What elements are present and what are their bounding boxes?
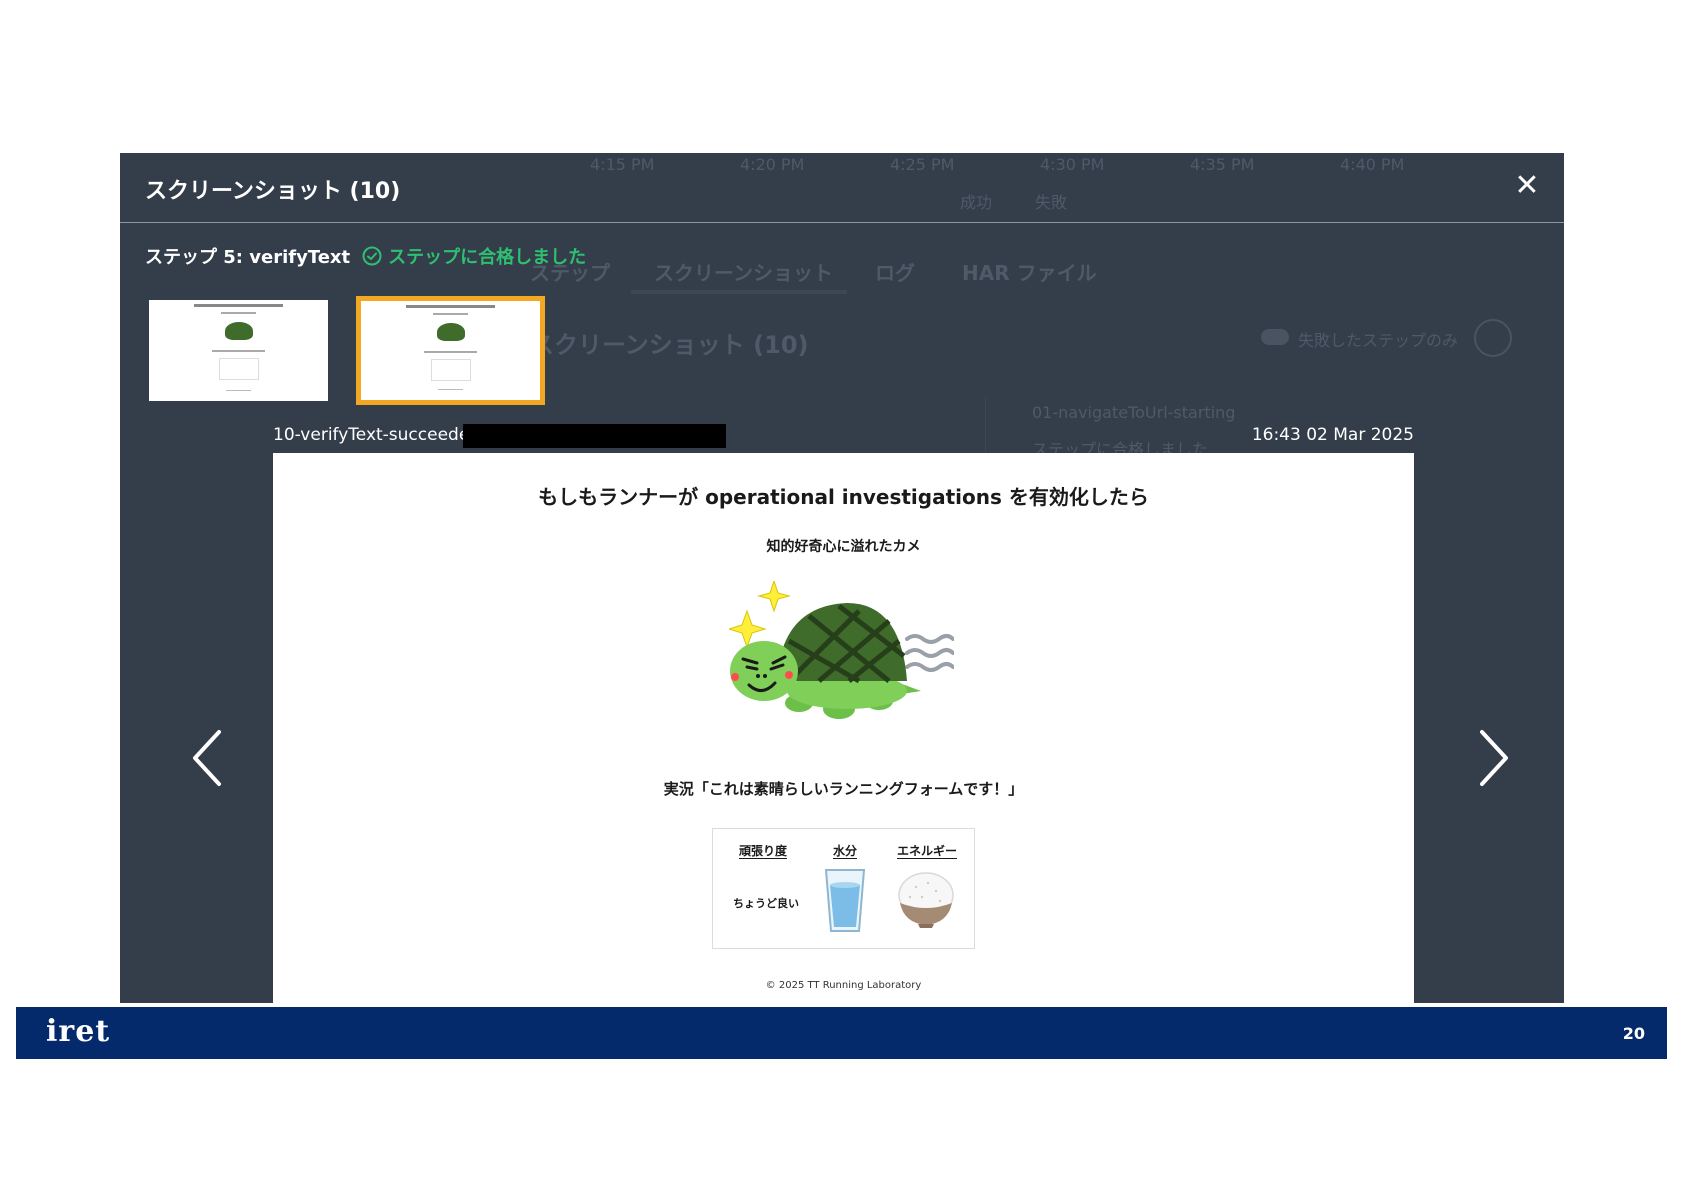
thumb-mini-title — [193, 304, 284, 307]
bg-failed-only: 失敗したステップのみ — [1298, 331, 1459, 350]
thumb-mini-footer — [225, 390, 252, 391]
thumbnail-1[interactable] — [149, 300, 328, 401]
thumb-mini-subtitle — [220, 312, 257, 314]
water-glass-icon — [824, 869, 866, 932]
thumb-mini-box — [218, 358, 259, 380]
step-info: ステップ 5: verifyText ステップに合格しました — [145, 243, 586, 269]
modal-header: スクリーンショット (10) ✕ — [120, 153, 1564, 223]
stats-panel: 頑張り度 水分 エネルギー ちょうど良い — [712, 828, 975, 949]
step-status: ステップに合格しました — [362, 243, 586, 269]
thumb-turtle-icon — [224, 322, 253, 340]
bg-tab-screenshots: スクリーンショット — [654, 261, 833, 285]
modal-title: スクリーンショット (10) — [145, 179, 401, 204]
bg-tab-logs: ログ — [875, 261, 915, 285]
chevron-left-icon[interactable] — [187, 728, 227, 788]
bg-tab-har: HAR ファイル — [962, 261, 1097, 285]
commentary-text: 実況「これは素晴らしいランニングフォームです！」 — [663, 780, 1024, 798]
screenshot-time: 16:43 02 Mar 2025 — [1251, 425, 1414, 445]
check-circle-icon — [362, 246, 382, 266]
screenshot-name: 10-verifyText-succeeded — [273, 425, 481, 445]
screenshot-image: もしもランナーが operational investigations を有効化… — [273, 453, 1414, 1003]
close-icon[interactable]: ✕ — [1512, 171, 1542, 201]
thumb-turtle-icon — [436, 323, 465, 341]
bg-fullscreen-icon — [1474, 319, 1512, 357]
thumbnail-2-selected[interactable] — [356, 296, 545, 405]
bg-section-title: スクリーンショット (10) — [530, 331, 809, 359]
redacted-block — [463, 424, 726, 448]
page-subtitle: 知的好奇心に溢れたカメ — [766, 539, 921, 555]
stat-effort-label: 頑張り度 — [739, 844, 788, 858]
thumb-mini-box — [430, 359, 471, 381]
chevron-right-icon[interactable] — [1474, 728, 1514, 788]
slide-footer: iret 20 — [16, 1007, 1667, 1059]
page-number: 20 — [1622, 1024, 1645, 1043]
page-title: もしもランナーが operational investigations を有効化… — [538, 485, 1149, 509]
iret-logo: iret — [46, 1014, 111, 1049]
thumb-mini-line — [211, 350, 266, 352]
thumb-mini-footer — [437, 389, 464, 390]
stat-water-label: 水分 — [833, 844, 858, 858]
stat-energy-label: エネルギー — [897, 844, 958, 858]
bg-tab-underline — [631, 290, 847, 294]
thumb-mini-line — [423, 351, 478, 353]
copyright-text: © 2025 TT Running Laboratory — [765, 980, 922, 991]
turtle-illustration — [729, 581, 954, 719]
step-label: ステップ 5: verifyText — [145, 247, 351, 268]
screenshot-modal: 4:15 PM 4:20 PM 4:25 PM 4:30 PM 4:35 PM … — [120, 153, 1564, 1003]
bg-toggle — [1261, 329, 1289, 345]
bg-list-item: 01-navigateToUrl-starting — [1032, 403, 1236, 422]
thumb-mini-subtitle — [432, 313, 469, 315]
thumb-mini-title — [405, 305, 496, 308]
rice-bowl-icon — [898, 872, 954, 928]
stat-effort-value: ちょうど良い — [733, 897, 799, 910]
step-status-text: ステップに合格しました — [388, 247, 587, 268]
